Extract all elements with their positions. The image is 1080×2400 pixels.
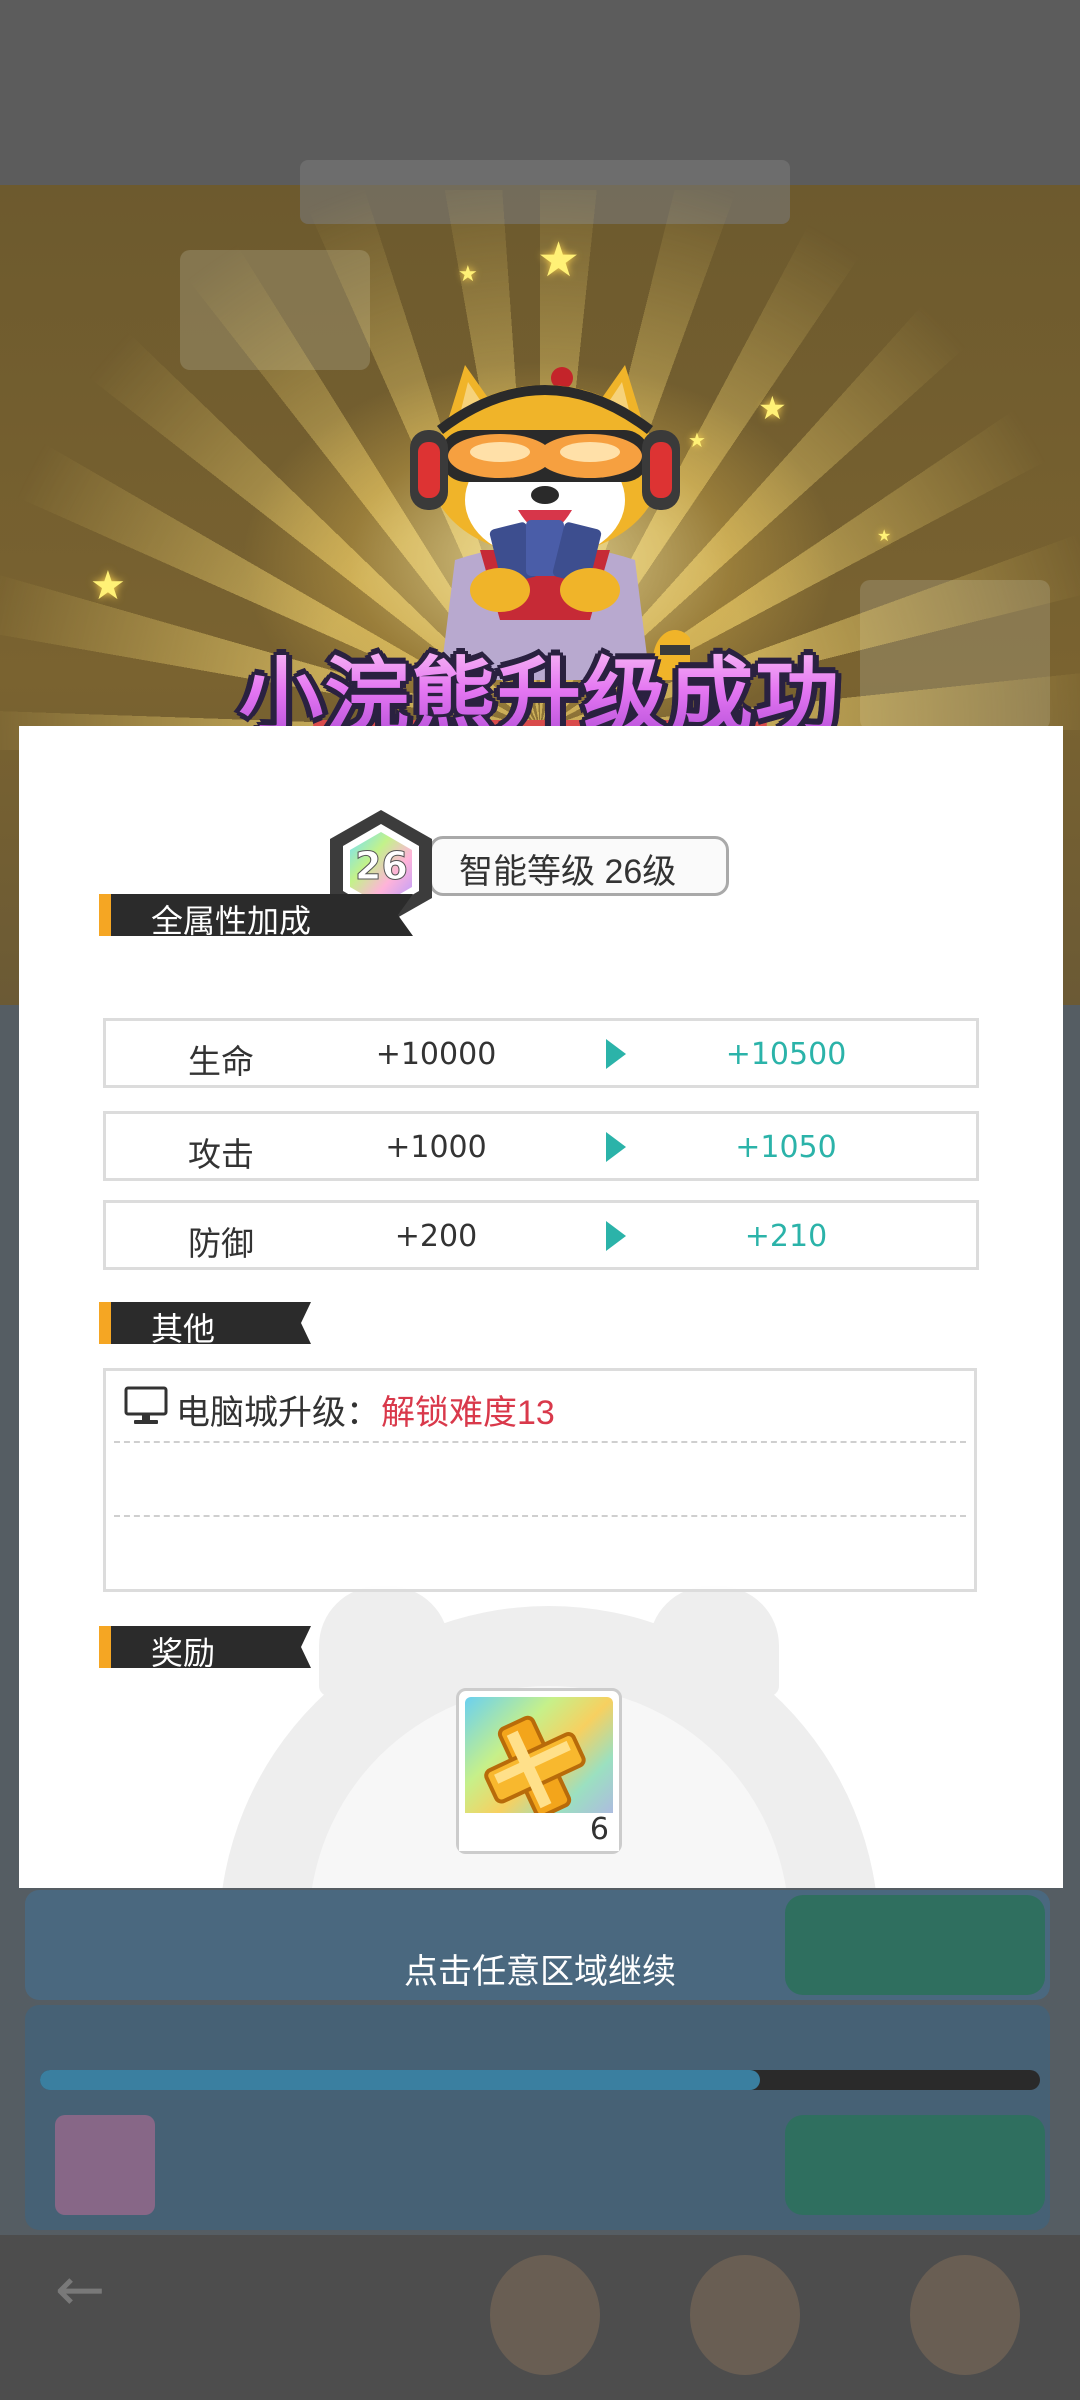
other-item-value: 解锁难度13 xyxy=(381,1394,555,1432)
section-header-other: 其他 xyxy=(99,1302,419,1347)
increase-arrow-icon xyxy=(606,1221,626,1251)
stat-old-value: +10000 xyxy=(375,1037,497,1072)
dashed-divider xyxy=(114,1441,966,1443)
background-back-arrow-icon: ← xyxy=(54,2255,106,2325)
increase-arrow-icon xyxy=(606,1039,626,1069)
section-title: 其他 xyxy=(151,1311,216,1347)
star-icon: ★ xyxy=(537,232,581,288)
stat-new-value: +10500 xyxy=(725,1037,847,1072)
section-header-reward: 奖励 xyxy=(99,1626,419,1671)
level-up-title: 小浣熊升级成功 xyxy=(160,630,920,746)
stat-old-value: +200 xyxy=(394,1219,478,1254)
monitor-icon xyxy=(124,1386,168,1424)
stat-row-attack: 攻击 +1000 +1050 xyxy=(103,1111,979,1181)
background-nav-item xyxy=(490,2255,600,2375)
stat-row-hp: 生命 +10000 +10500 xyxy=(103,1018,979,1088)
reward-count: 6 xyxy=(589,1812,609,1847)
star-icon: ★ xyxy=(458,262,478,287)
stat-new-value: +1050 xyxy=(735,1130,837,1165)
stat-name: 攻击 xyxy=(188,1136,254,1173)
dashed-divider xyxy=(114,1515,966,1517)
stat-new-value: +210 xyxy=(744,1219,828,1254)
stat-row-defense: 防御 +200 +210 xyxy=(103,1200,979,1270)
level-up-panel: 智能等级 26级 26 全属性加成 生命 +10000 +10500 攻击 +1… xyxy=(19,726,1063,1888)
section-title: 奖励 xyxy=(151,1635,216,1671)
increase-arrow-icon xyxy=(606,1132,626,1162)
background-nav-item xyxy=(910,2255,1020,2375)
section-title: 全属性加成 xyxy=(151,903,312,939)
background-nav-item xyxy=(690,2255,800,2375)
background-progress-bar xyxy=(40,2070,1040,2090)
tap-to-continue-hint: 点击任意区域继续 xyxy=(404,1953,676,1991)
level-up-screen[interactable]: ← ★ ★ ★ ★ ★ ★ 小浣熊升级成功 智能等级 26级 26 全属性加成 … xyxy=(0,0,1080,2400)
reward-item[interactable]: 6 xyxy=(456,1688,622,1854)
star-icon: ★ xyxy=(758,389,787,427)
stat-name: 防御 xyxy=(188,1225,254,1262)
background-task-button xyxy=(785,2115,1045,2215)
level-number: 26 xyxy=(355,844,409,889)
other-bonus-list: 电脑城升级： 解锁难度13 xyxy=(103,1368,977,1592)
background-thumbnail xyxy=(55,2115,155,2215)
stat-old-value: +1000 xyxy=(385,1130,487,1165)
section-header-attributes: 全属性加成 xyxy=(99,894,419,939)
star-icon: ★ xyxy=(90,563,126,609)
other-item-label: 电脑城升级： xyxy=(176,1394,380,1432)
stat-name: 生命 xyxy=(188,1043,254,1080)
star-icon: ★ xyxy=(877,526,892,545)
star-icon: ★ xyxy=(688,428,706,452)
intelligence-level-label: 智能等级 26级 xyxy=(459,853,677,891)
